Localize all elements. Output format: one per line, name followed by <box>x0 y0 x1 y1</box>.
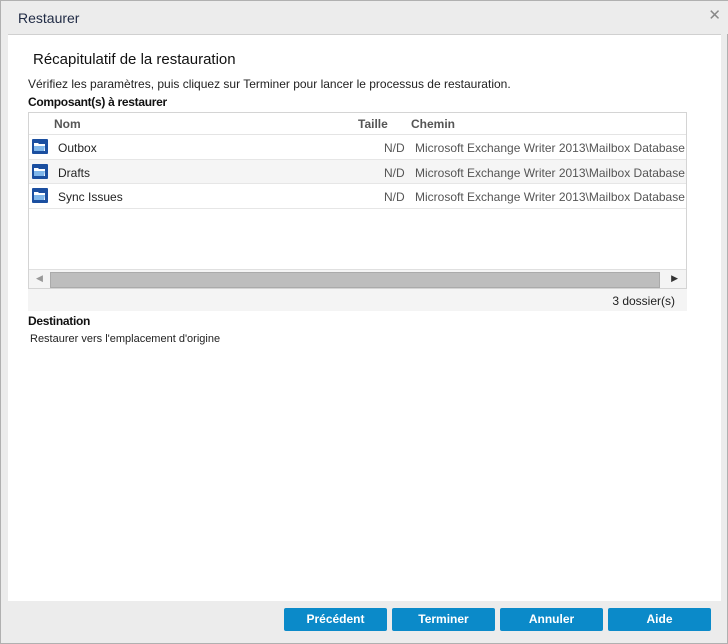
page-title: Récapitulatif de la restauration <box>33 51 236 68</box>
folder-count: 3 dossier(s) <box>612 294 675 308</box>
finish-button[interactable]: Terminer <box>392 608 495 631</box>
column-path[interactable]: Chemin <box>411 117 455 131</box>
cancel-button[interactable]: Annuler <box>500 608 603 631</box>
column-size[interactable]: Taille <box>358 117 388 131</box>
scroll-left-icon[interactable]: ◀ <box>36 273 43 284</box>
folder-icon <box>32 188 48 203</box>
table-footer: 3 dossier(s) <box>28 289 687 311</box>
row-name: Outbox <box>58 141 97 155</box>
horizontal-scrollbar[interactable]: ◀ ▶ <box>29 269 686 288</box>
table-row[interactable]: Outbox N/D Microsoft Exchange Writer 201… <box>29 135 686 160</box>
row-size: N/D <box>384 141 405 155</box>
dialog-title: Restaurer <box>18 10 80 26</box>
row-path: Microsoft Exchange Writer 2013\Mailbox D… <box>415 141 685 155</box>
row-name: Sync Issues <box>58 190 123 204</box>
instructions: Vérifiez les paramètres, puis cliquez su… <box>28 77 511 91</box>
row-size: N/D <box>384 165 405 180</box>
folder-icon <box>32 139 48 154</box>
components-table: Nom Taille Chemin Outbox N/D Microsoft E… <box>28 112 687 289</box>
destination-label: Destination <box>28 314 91 328</box>
table-row[interactable]: Drafts N/D Microsoft Exchange Writer 201… <box>29 159 686 184</box>
help-button[interactable]: Aide <box>608 608 711 631</box>
scrollbar-thumb[interactable] <box>50 272 660 288</box>
folder-icon <box>32 163 48 179</box>
row-path: Microsoft Exchange Writer 2013\Mailbox D… <box>415 165 685 180</box>
scroll-right-icon[interactable]: ▶ <box>671 273 678 284</box>
components-label: Composant(s) à restaurer <box>28 95 167 109</box>
column-name[interactable]: Nom <box>54 117 81 131</box>
close-icon[interactable]: ✕ <box>708 6 721 24</box>
title-bar: Restaurer ✕ <box>1 1 728 34</box>
previous-button[interactable]: Précédent <box>284 608 387 631</box>
dialog-content: Récapitulatif de la restauration Vérifie… <box>8 34 721 601</box>
table-header: Nom Taille Chemin <box>29 113 686 135</box>
destination-value: Restaurer vers l'emplacement d'origine <box>30 333 221 345</box>
row-name: Drafts <box>58 165 91 180</box>
row-path: Microsoft Exchange Writer 2013\Mailbox D… <box>415 190 685 204</box>
row-size: N/D <box>384 190 405 204</box>
table-row[interactable]: Sync Issues N/D Microsoft Exchange Write… <box>29 184 686 209</box>
